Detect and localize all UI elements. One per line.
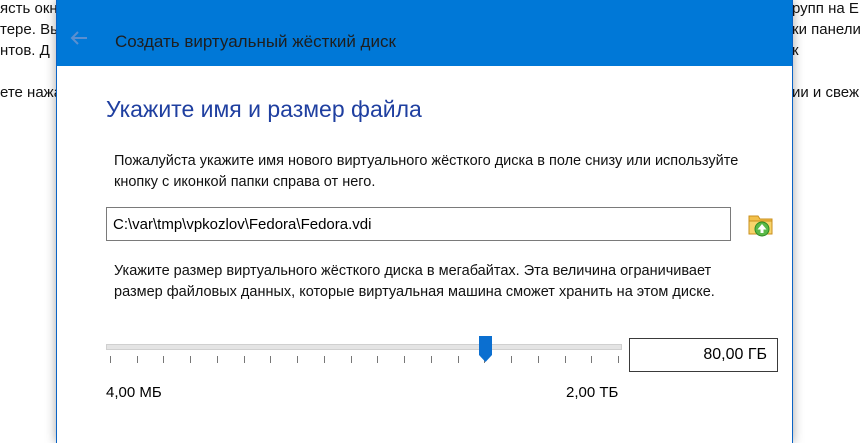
slider-thumb[interactable]: [479, 336, 493, 362]
background-text-line: нтов. Д: [0, 42, 50, 59]
slider-tick: [190, 356, 192, 363]
folder-icon: [748, 215, 773, 237]
slider-tick: [136, 356, 138, 363]
background-text-line: ясть окн: [0, 0, 58, 17]
slider-thumb-shape: [479, 336, 493, 362]
slider-min-label: 4,00 МБ: [106, 384, 162, 401]
slider-max-label: 2,00 ТБ: [566, 384, 619, 401]
slider-tick: [323, 356, 325, 363]
slider-tick: [297, 356, 299, 363]
slider-tick: [430, 356, 432, 363]
arrow-left-icon: [70, 31, 87, 45]
slider-tick: [618, 356, 619, 363]
background-text-line: тере. Вы: [0, 21, 61, 38]
page-heading: Укажите имя и размер файла: [106, 96, 422, 122]
slider-tick: [511, 356, 513, 363]
slider-tick: [591, 356, 593, 363]
slider-tick: [457, 356, 459, 363]
disk-size-input[interactable]: [629, 338, 778, 372]
disk-size-slider[interactable]: [106, 336, 622, 368]
slider-tick: [163, 356, 165, 363]
back-button[interactable]: [67, 26, 91, 50]
dialog-titlebar: Создать виртуальный жёсткий диск: [57, 0, 792, 66]
slider-tick: [216, 356, 218, 363]
slider-tick: [537, 356, 539, 363]
background-text-line: ки панели: [792, 21, 860, 38]
slider-tick: [404, 356, 406, 363]
background-text-line: ете нажа: [0, 84, 63, 101]
name-instruction-text: Пожалуйста укажите имя нового виртуально…: [114, 153, 739, 190]
slider-track: [106, 344, 622, 350]
slider-tick: [377, 356, 379, 363]
slider-ticks: [106, 356, 622, 364]
slider-tick: [350, 356, 352, 363]
create-virtual-disk-dialog: Создать виртуальный жёсткий диск Укажите…: [56, 0, 793, 443]
slider-tick: [243, 356, 245, 363]
file-path-input[interactable]: [106, 207, 731, 241]
slider-tick: [110, 356, 111, 363]
choose-file-button[interactable]: [747, 211, 775, 237]
slider-tick: [270, 356, 272, 363]
dialog-title: Создать виртуальный жёсткий диск: [115, 32, 396, 51]
background-text-line: рупп на Е: [792, 0, 859, 17]
slider-tick: [564, 356, 566, 363]
size-instruction-text: Укажите размер виртуального жёсткого дис…: [114, 263, 715, 300]
background-text-line: ии и свеж: [792, 84, 859, 101]
